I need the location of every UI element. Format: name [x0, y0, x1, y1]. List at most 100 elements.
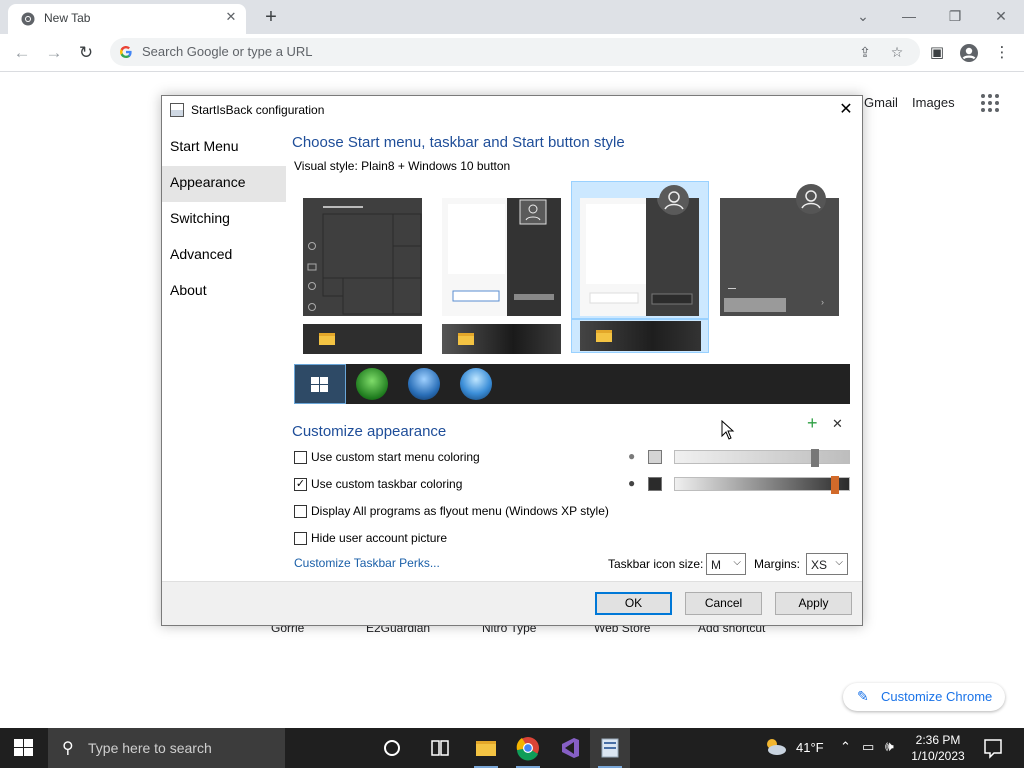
- cortana-icon[interactable]: [372, 728, 412, 768]
- style-thumb-win10-tiles[interactable]: [302, 197, 424, 319]
- checkbox-label: Display All programs as flyout menu (Win…: [311, 504, 609, 518]
- forward-icon[interactable]: →: [42, 41, 66, 65]
- notifications-icon[interactable]: [982, 728, 1004, 768]
- win7-orb-icon: [408, 368, 440, 400]
- volume-icon[interactable]: 🕪: [885, 738, 894, 755]
- taskbar-color-swatch[interactable]: [648, 477, 662, 491]
- visual-style-label: Visual style: Plain8 + Windows 10 button: [294, 159, 511, 173]
- mouse-cursor-icon: [721, 420, 735, 440]
- dialog-title: StartIsBack configuration: [191, 103, 325, 117]
- taskbar-style-thumb[interactable]: [441, 323, 563, 355]
- clover-orb-icon: [356, 368, 388, 400]
- taskbar-opacity-slider[interactable]: [674, 476, 850, 494]
- folder-icon: [319, 333, 335, 345]
- custom-taskbar-coloring-checkbox[interactable]: ✓: [294, 478, 307, 491]
- restore-button[interactable]: ❐: [942, 4, 968, 28]
- margins-select[interactable]: XS ⌵: [806, 553, 848, 575]
- close-window-button[interactable]: ✕: [988, 4, 1014, 28]
- nav-start-menu[interactable]: Start Menu: [162, 130, 286, 166]
- back-icon[interactable]: ←: [10, 41, 34, 65]
- tab-strip: New Tab ✕ + ⌄ — ❐ ✕: [0, 0, 1024, 34]
- profile-avatar-icon[interactable]: [958, 42, 980, 64]
- start-button-win10[interactable]: [294, 364, 346, 404]
- google-apps-icon[interactable]: [981, 94, 999, 112]
- start-button-clover[interactable]: [346, 364, 398, 404]
- style-thumb-plain8-dark[interactable]: ›: [719, 184, 841, 319]
- tab-search-dropdown-icon[interactable]: ⌄: [850, 4, 876, 28]
- ok-button[interactable]: OK: [595, 592, 672, 615]
- network-icon[interactable]: ▭: [862, 739, 874, 755]
- omnibox-placeholder: Search Google or type a URL: [142, 44, 313, 59]
- taskbar-style-thumb-selected[interactable]: [571, 319, 709, 353]
- slider-thumb[interactable]: [831, 476, 839, 494]
- folder-icon: [458, 333, 474, 345]
- start-menu-color-swatch[interactable]: [648, 450, 662, 464]
- customize-heading: Customize appearance: [292, 423, 447, 440]
- checkbox-label: Use custom taskbar coloring: [311, 477, 463, 491]
- startisback-dialog: StartIsBack configuration ✕ Start Menu A…: [161, 95, 863, 626]
- clock[interactable]: 2:36 PM 1/10/2023: [910, 728, 966, 768]
- google-g-icon: [120, 46, 132, 58]
- user-avatar-icon: [796, 184, 826, 214]
- reload-icon[interactable]: ↻: [74, 41, 98, 65]
- side-panel-icon[interactable]: ▣: [926, 42, 948, 64]
- visual-studio-icon[interactable]: [550, 728, 590, 768]
- start-menu-opacity-slider[interactable]: [674, 449, 850, 467]
- new-tab-button[interactable]: +: [260, 6, 282, 28]
- bookmark-star-icon[interactable]: ☆: [887, 42, 907, 62]
- weather-icon[interactable]: [760, 728, 790, 768]
- menu-kebab-icon[interactable]: ⋮: [991, 42, 1013, 64]
- chrome-taskbar-icon[interactable]: [508, 728, 548, 768]
- nav-appearance[interactable]: Appearance: [162, 166, 286, 202]
- images-link[interactable]: Images: [912, 95, 955, 110]
- chevron-up-icon[interactable]: ⌃: [840, 739, 851, 755]
- icon-size-value: M: [711, 558, 721, 572]
- style-thumb-plain8-light[interactable]: [441, 197, 563, 319]
- customize-chrome-button[interactable]: ✎ Customize Chrome: [843, 683, 1005, 711]
- style-thumb-plain8-selected[interactable]: [571, 181, 709, 319]
- file-explorer-icon[interactable]: [466, 728, 506, 768]
- share-icon[interactable]: ⇪: [855, 42, 875, 62]
- start-button-win7-alt[interactable]: [450, 364, 502, 404]
- dialog-close-icon[interactable]: ✕: [836, 100, 856, 120]
- hide-account-picture-checkbox[interactable]: [294, 532, 307, 545]
- taskbar-style-thumb[interactable]: [302, 323, 424, 355]
- customize-taskbar-perks-link[interactable]: Customize Taskbar Perks...: [294, 556, 440, 570]
- nav-switching[interactable]: Switching: [162, 202, 286, 238]
- start-button-win7[interactable]: [398, 364, 450, 404]
- apply-button[interactable]: Apply: [775, 592, 852, 615]
- cancel-button[interactable]: Cancel: [685, 592, 762, 615]
- add-icon[interactable]: +: [807, 413, 818, 434]
- tab-title: New Tab: [44, 11, 91, 25]
- customize-chrome-label: Customize Chrome: [881, 689, 993, 704]
- start-button[interactable]: [0, 728, 48, 768]
- remove-icon[interactable]: ✕: [832, 416, 843, 432]
- dialog-titlebar[interactable]: StartIsBack configuration ✕: [162, 96, 862, 124]
- folder-icon: [596, 330, 612, 342]
- task-view-icon[interactable]: [420, 728, 460, 768]
- clock-date: 1/10/2023: [911, 749, 965, 763]
- margins-value: XS: [811, 558, 828, 572]
- nav-about[interactable]: About: [162, 274, 286, 310]
- clock-time: 2:36 PM: [915, 733, 961, 747]
- icon-size-label: Taskbar icon size:: [608, 557, 704, 571]
- custom-start-menu-coloring-checkbox[interactable]: [294, 451, 307, 464]
- tab-new-tab[interactable]: New Tab ✕: [8, 4, 246, 34]
- icon-size-select[interactable]: M ⌵: [706, 553, 746, 575]
- startisback-taskbar-icon[interactable]: [590, 728, 630, 768]
- margins-label: Margins:: [754, 557, 801, 571]
- taskbar-search[interactable]: ⚲ Type here to search: [48, 728, 285, 768]
- start-button-style-row: [294, 364, 850, 404]
- dialog-footer: OK Cancel Apply: [162, 581, 862, 625]
- minimize-button[interactable]: —: [896, 4, 922, 28]
- slider-thumb[interactable]: [811, 449, 819, 467]
- xp-flyout-checkbox[interactable]: [294, 505, 307, 518]
- tab-close-icon[interactable]: ✕: [222, 8, 240, 26]
- weather-temperature[interactable]: 41°F: [796, 740, 824, 755]
- nav-advanced[interactable]: Advanced: [162, 238, 286, 274]
- gmail-link[interactable]: Gmail: [864, 95, 898, 110]
- checkbox-label: Hide user account picture: [311, 531, 448, 545]
- windows-taskbar: ⚲ Type here to search 41°F ⌃ ▭ 🕪 2:36 PM…: [0, 728, 1024, 768]
- omnibox[interactable]: Search Google or type a URL ⇪ ☆: [110, 38, 920, 66]
- search-icon: ⚲: [62, 740, 74, 757]
